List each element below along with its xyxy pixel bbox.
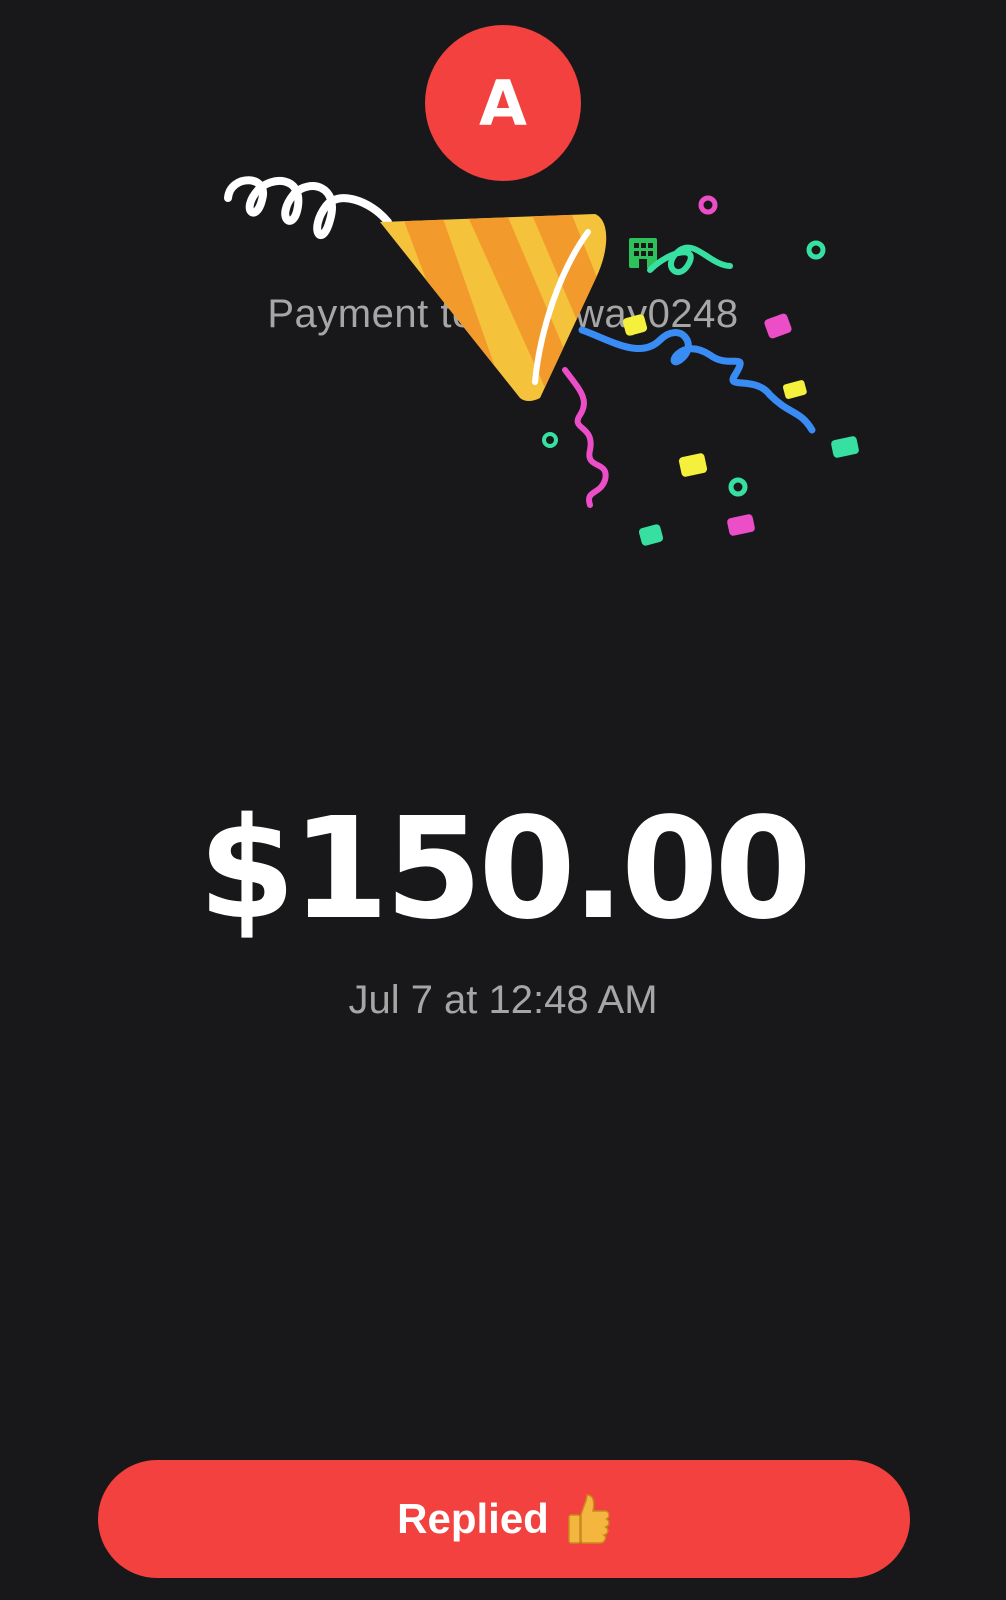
replied-button-label: Replied	[397, 1495, 549, 1542]
avatar-letter: A	[479, 66, 527, 140]
payment-detail-screen: A Al Payment to $Midway0248	[0, 0, 1006, 1600]
payment-amount: $150.00	[198, 788, 812, 951]
replied-button[interactable]: Replied	[98, 1460, 910, 1578]
payment-timestamp: Jul 7 at 12:48 AM	[348, 978, 658, 1022]
thumbs-up-icon	[568, 1494, 610, 1544]
avatar[interactable]: A	[425, 25, 581, 181]
party-popper-icon	[224, 176, 859, 546]
